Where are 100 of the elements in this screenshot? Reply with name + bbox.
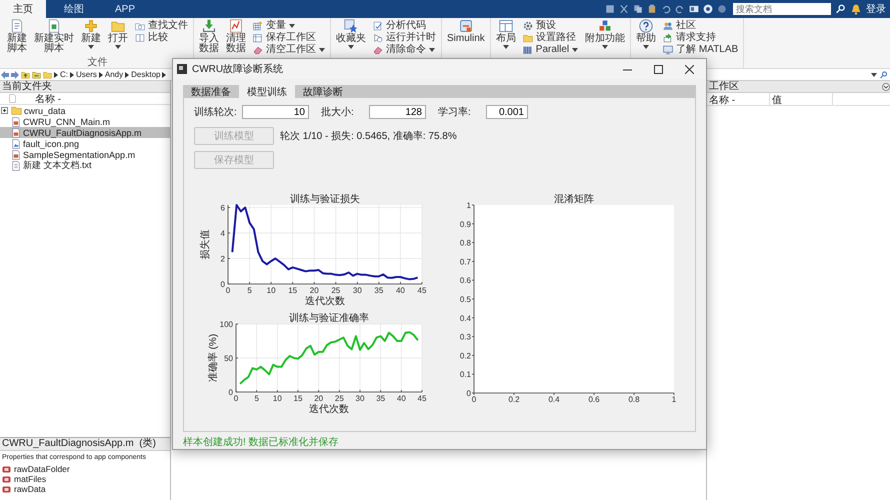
- ribbon-button[interactable]: 附加功能: [583, 19, 628, 49]
- tick-label: 40: [396, 286, 405, 295]
- group-label: 文件: [88, 58, 108, 68]
- ribbon-button[interactable]: 比较: [133, 32, 190, 43]
- undo-icon[interactable]: [661, 4, 671, 14]
- variable-icon: [253, 20, 263, 30]
- path-segment[interactable]: Users: [76, 70, 97, 79]
- tick-label: 5: [247, 286, 252, 295]
- file-item[interactable]: fault_icon.png: [0, 138, 170, 149]
- ribbon-button[interactable]: 预设: [520, 20, 580, 31]
- search-icon[interactable]: [880, 70, 888, 78]
- expand-icon[interactable]: [1, 107, 8, 114]
- ribbon-button[interactable]: 社区: [661, 20, 740, 31]
- ribbon-button[interactable]: 布局: [494, 19, 518, 49]
- maximize-button[interactable]: [654, 64, 663, 74]
- ribbon-button[interactable]: 了解 MATLAB: [661, 44, 740, 55]
- ribbon-button[interactable]: 设置路径: [520, 32, 580, 43]
- input-field[interactable]: 10: [242, 105, 309, 119]
- cut-icon[interactable]: [619, 4, 629, 14]
- monitor-icon: [663, 44, 674, 54]
- ribbon-button[interactable]: 打开: [106, 19, 130, 49]
- tick-label: 40: [396, 394, 406, 403]
- ribbon-tab[interactable]: 主页: [0, 0, 46, 18]
- panel-menu-icon[interactable]: [882, 82, 890, 90]
- path-segment[interactable]: C:: [60, 70, 68, 79]
- chevron-icon: [54, 72, 58, 78]
- folder-icon: [11, 106, 22, 115]
- input-field[interactable]: 0.001: [486, 105, 528, 119]
- tab[interactable]: 模型训练: [239, 85, 295, 98]
- forward-icon[interactable]: [11, 70, 19, 78]
- ribbon-button[interactable]: 新建脚本: [5, 19, 29, 54]
- script-file-icon: [11, 116, 21, 126]
- ribbon-button[interactable]: 导入数据: [197, 19, 221, 54]
- up-folder-icon[interactable]: [21, 70, 30, 78]
- ribbon-button[interactable]: 运行并计时: [371, 32, 438, 43]
- save-icon[interactable]: [605, 4, 615, 14]
- ribbon-button[interactable]: 清理数据: [224, 19, 248, 54]
- tick-label: 35: [376, 394, 386, 403]
- ribbon-button[interactable]: Parallel: [520, 44, 580, 55]
- bell-icon[interactable]: [851, 4, 861, 14]
- back-icon[interactable]: [1, 70, 9, 78]
- file-item[interactable]: CWRU_CNN_Main.m: [0, 116, 170, 127]
- file-item[interactable]: 新建 文本文档.txt: [0, 160, 170, 171]
- tick-label: 6: [220, 204, 225, 213]
- chevron-icon: [162, 72, 166, 78]
- chevron-icon: [125, 72, 130, 78]
- ribbon-button[interactable]: 新建: [79, 19, 103, 49]
- eraser-icon: [253, 44, 263, 54]
- tick-label: 20: [314, 394, 324, 403]
- close-button[interactable]: [685, 64, 694, 74]
- column-header[interactable]: 名称 -: [35, 92, 62, 106]
- ribbon-tab[interactable]: 绘图: [46, 0, 102, 18]
- ribbon-button[interactable]: 新建实时脚本: [32, 19, 76, 54]
- path-segment[interactable]: Andy: [104, 70, 124, 79]
- tab[interactable]: 故障诊断: [295, 85, 351, 98]
- ribbon-button[interactable]: Simulink: [445, 19, 487, 44]
- property-item[interactable]: rawData: [0, 484, 170, 494]
- ribbon-button[interactable]: 清除命令: [371, 44, 438, 55]
- ribbon-button[interactable]: 收藏夹: [334, 19, 368, 49]
- caret-icon: [572, 48, 578, 52]
- ribbon-button[interactable]: 清空工作区: [251, 44, 327, 55]
- tick-label: 5: [254, 394, 259, 403]
- property-item[interactable]: matFiles: [0, 474, 170, 484]
- simulink-icon: [458, 19, 473, 33]
- paste-icon[interactable]: [647, 4, 657, 14]
- search-field[interactable]: 搜索文档: [733, 3, 831, 15]
- column-header[interactable]: 值: [770, 93, 833, 105]
- ribbon-button[interactable]: 分析代码: [371, 20, 438, 31]
- ribbon-button[interactable]: 保存工作区: [251, 32, 327, 43]
- switch-windows-icon[interactable]: [689, 4, 699, 14]
- redo-icon[interactable]: [675, 4, 685, 14]
- tick-label: 0: [226, 286, 230, 295]
- ribbon-tab[interactable]: APP: [102, 0, 148, 18]
- ribbon-button[interactable]: 请求支持: [661, 32, 740, 43]
- ribbon-button[interactable]: 帮助: [634, 19, 658, 49]
- training-status: 轮次 1/10 - 损失: 0.5465, 准确率: 75.8%: [280, 130, 457, 143]
- input-field[interactable]: 128: [369, 105, 426, 119]
- browse-folder-icon[interactable]: [32, 70, 41, 78]
- caret-icon: [348, 45, 354, 49]
- tab[interactable]: 数据准备: [183, 85, 239, 98]
- path-segment[interactable]: Desktop: [131, 70, 160, 79]
- ribbon-button[interactable]: 变量: [251, 20, 327, 31]
- tick-label: 100: [220, 320, 233, 329]
- chart-title: 训练与验证损失: [290, 194, 360, 205]
- script-file-icon: [11, 128, 21, 138]
- tick-label: 0: [466, 389, 471, 398]
- copy-icon[interactable]: [633, 4, 643, 14]
- tick-label: 0.3: [460, 332, 471, 342]
- caret-icon: [319, 48, 325, 52]
- sign-in-link[interactable]: 登录: [866, 2, 886, 16]
- property-item[interactable]: rawDataFolder: [0, 464, 170, 474]
- caret-icon: [502, 45, 509, 49]
- field-label: 训练轮次:: [194, 106, 238, 119]
- file-item[interactable]: SampleSegmentationApp.m: [0, 149, 170, 160]
- timer-icon: [373, 32, 383, 42]
- file-item[interactable]: CWRU_FaultDiagnosisApp.m: [0, 127, 170, 138]
- find-files-icon: [135, 20, 145, 30]
- ribbon-button[interactable]: 查找文件: [133, 20, 190, 31]
- file-item[interactable]: cwru_data: [0, 105, 170, 116]
- search-icon[interactable]: [836, 4, 846, 14]
